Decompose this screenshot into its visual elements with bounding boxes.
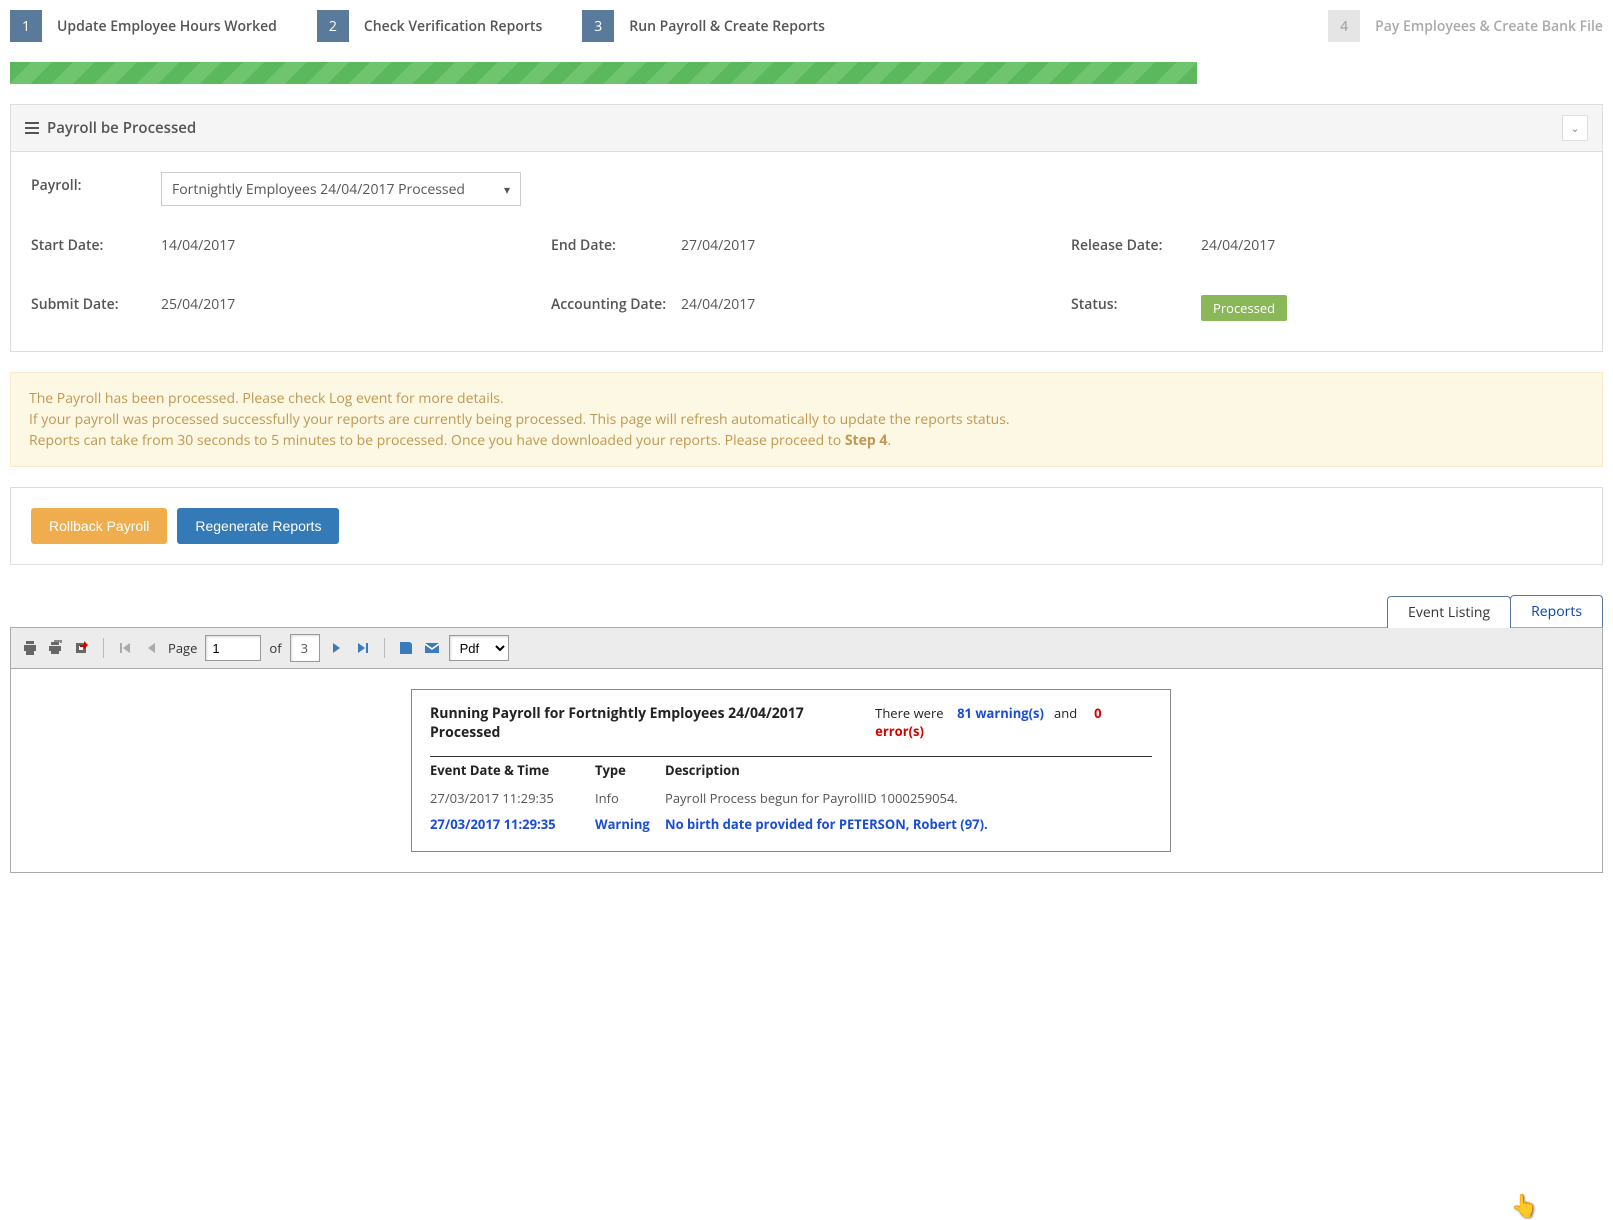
accounting-date-value: 24/04/2017 xyxy=(681,295,1071,321)
accounting-date-label: Accounting Date: xyxy=(551,295,681,321)
collapse-button[interactable]: ⌄ xyxy=(1562,115,1588,141)
regenerate-button[interactable]: Regenerate Reports xyxy=(177,508,339,544)
step-1-label: Update Employee Hours Worked xyxy=(57,17,277,36)
release-date-label: Release Date: xyxy=(1071,236,1201,255)
event-table: Event Date & Time Type Description 27/03… xyxy=(430,756,1152,837)
step-4-number: 4 xyxy=(1328,10,1360,42)
tab-reports[interactable]: Reports xyxy=(1510,595,1603,627)
start-date-label: Start Date: xyxy=(31,236,161,255)
email-icon[interactable] xyxy=(423,639,441,657)
alert-line-1: The Payroll has been processed. Please c… xyxy=(29,388,1584,409)
table-row: 27/03/2017 11:29:35WarningNo birth date … xyxy=(430,811,1152,837)
payroll-label: Payroll: xyxy=(31,172,161,206)
warning-count: 81 warning(s) xyxy=(957,704,1044,722)
prev-page-icon[interactable] xyxy=(142,639,160,657)
end-date-value: 27/04/2017 xyxy=(681,236,1071,255)
end-date-label: End Date: xyxy=(551,236,681,255)
col-datetime: Event Date & Time xyxy=(430,757,595,786)
export-icon[interactable] xyxy=(73,639,91,657)
table-row: 27/03/2017 11:29:35InfoPayroll Process b… xyxy=(430,785,1152,811)
col-type: Type xyxy=(595,757,665,786)
step-3[interactable]: 3 Run Payroll & Create Reports xyxy=(582,10,825,42)
page-input[interactable] xyxy=(205,635,261,661)
progress-bar xyxy=(10,62,1603,84)
report-toolbar: Page of 3 Pdf xyxy=(10,627,1603,669)
alert-line-3: Reports can take from 30 seconds to 5 mi… xyxy=(29,430,1584,451)
step-1[interactable]: 1 Update Employee Hours Worked xyxy=(10,10,277,42)
first-page-icon[interactable] xyxy=(116,639,134,657)
step-2-label: Check Verification Reports xyxy=(364,17,542,36)
info-alert: The Payroll has been processed. Please c… xyxy=(10,372,1603,467)
payroll-select-value: Fortnightly Employees 24/04/2017 Process… xyxy=(172,180,465,199)
report-summary: There were 81 warning(s) and 0 error(s) xyxy=(875,704,1152,740)
status-label: Status: xyxy=(1071,295,1201,321)
progress-fill xyxy=(10,62,1197,84)
report-page: Running Payroll for Fortnightly Employee… xyxy=(411,689,1171,852)
col-description: Description xyxy=(665,757,1152,786)
rollback-button[interactable]: Rollback Payroll xyxy=(31,508,167,544)
step-4-label: Pay Employees & Create Bank File xyxy=(1375,17,1603,36)
page-label: Page xyxy=(168,639,197,657)
print-icon[interactable] xyxy=(21,639,39,657)
step-3-label: Run Payroll & Create Reports xyxy=(629,17,825,36)
page-total: 3 xyxy=(290,634,320,662)
save-icon[interactable] xyxy=(397,639,415,657)
panel-header[interactable]: Payroll be Processed ⌄ xyxy=(11,105,1602,152)
step-1-number: 1 xyxy=(10,10,42,42)
toolbar-separator xyxy=(103,638,104,658)
tab-event-listing[interactable]: Event Listing xyxy=(1387,596,1511,628)
step-2[interactable]: 2 Check Verification Reports xyxy=(317,10,542,42)
report-title: Running Payroll for Fortnightly Employee… xyxy=(430,704,875,742)
last-page-icon[interactable] xyxy=(354,639,372,657)
step-2-number: 2 xyxy=(317,10,349,42)
payroll-panel: Payroll be Processed ⌄ Payroll: Fortnigh… xyxy=(10,104,1603,352)
report-tabs: Event Listing Reports xyxy=(10,595,1603,627)
submit-date-label: Submit Date: xyxy=(31,295,161,321)
step-4[interactable]: 4 Pay Employees & Create Bank File xyxy=(1328,10,1603,42)
toolbar-separator-2 xyxy=(384,638,385,658)
start-date-value: 14/04/2017 xyxy=(161,236,551,255)
status-badge: Processed xyxy=(1201,295,1287,321)
menu-icon xyxy=(25,122,39,134)
alert-line-2: If your payroll was processed successful… xyxy=(29,409,1584,430)
cursor-icon: 👆 xyxy=(1511,1190,1538,1220)
payroll-select[interactable]: Fortnightly Employees 24/04/2017 Process… xyxy=(161,172,521,206)
action-buttons: Rollback Payroll Regenerate Reports xyxy=(10,487,1603,565)
next-page-icon[interactable] xyxy=(328,639,346,657)
of-label: of xyxy=(269,639,281,657)
wizard-steps: 1 Update Employee Hours Worked 2 Check V… xyxy=(0,0,1613,62)
print-all-icon[interactable] xyxy=(47,639,65,657)
format-select[interactable]: Pdf xyxy=(449,635,509,661)
submit-date-value: 25/04/2017 xyxy=(161,295,551,321)
status-value-wrap: Processed xyxy=(1201,295,1582,321)
release-date-value: 24/04/2017 xyxy=(1201,236,1582,255)
step-3-number: 3 xyxy=(582,10,614,42)
report-viewer: Running Payroll for Fortnightly Employee… xyxy=(10,669,1603,873)
panel-title: Payroll be Processed xyxy=(47,118,196,138)
chevron-down-icon: ⌄ xyxy=(1570,121,1579,136)
panel-title-wrap: Payroll be Processed xyxy=(25,118,196,138)
panel-body: Payroll: Fortnightly Employees 24/04/201… xyxy=(11,152,1602,351)
